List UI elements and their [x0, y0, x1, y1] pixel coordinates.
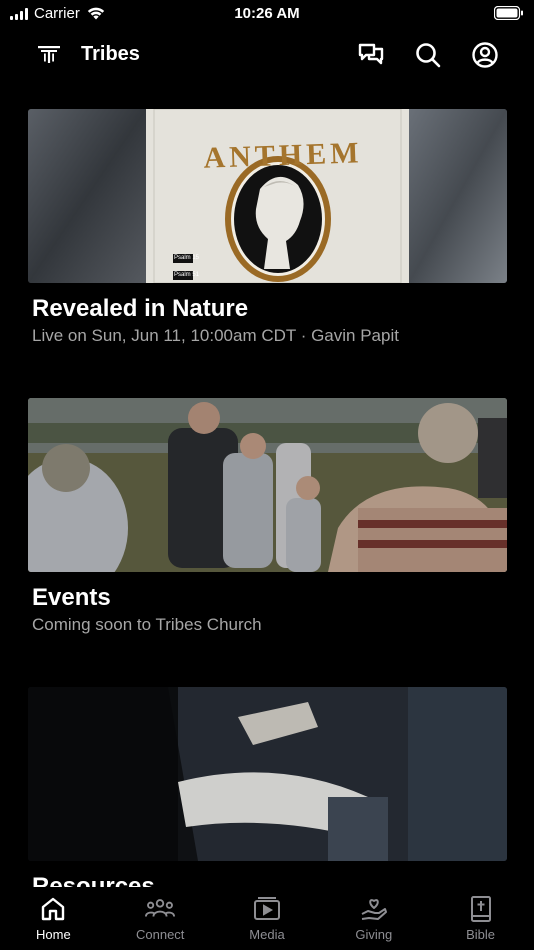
tab-bible[interactable]: Bible [427, 887, 534, 950]
tribes-logo-icon [37, 42, 61, 71]
anthem-title: ANTHEM [202, 136, 364, 175]
card-title: Revealed in Nature [32, 295, 249, 322]
chat-icon[interactable] [356, 40, 386, 70]
app-title: Tribes [81, 43, 140, 65]
app-screen: Carrier 10:26 AM Tribes ANTHEM Psalm 15 … [0, 0, 534, 950]
status-bar: Carrier 10:26 AM [0, 0, 534, 30]
resources-image[interactable] [28, 687, 507, 861]
card-title: Events [32, 584, 111, 611]
tab-label: Media [249, 927, 285, 942]
tab-label: Connect [135, 927, 185, 942]
events-card[interactable]: Events Coming soon to Tribes Church [28, 398, 507, 636]
tab-connect[interactable]: Connect [107, 887, 214, 950]
tab-label: Home [36, 927, 71, 942]
bible-icon [466, 895, 496, 923]
card-subtitle: Coming soon to Tribes Church [32, 615, 262, 634]
sermon-card[interactable]: ANTHEM Psalm 15 Psalm 51 Revealed in Nat… [28, 109, 507, 347]
tab-home[interactable]: Home [0, 887, 107, 950]
resources-card[interactable]: Resources [28, 687, 507, 901]
tab-label: Giving [355, 927, 393, 942]
sermon-image[interactable]: ANTHEM Psalm 15 Psalm 51 [28, 109, 507, 283]
events-image[interactable] [28, 398, 507, 572]
battery-icon [493, 5, 524, 25]
tab-giving[interactable]: Giving [320, 887, 427, 950]
app-header: Tribes [0, 36, 534, 76]
artwork-label-2: Psalm 51 [174, 272, 200, 278]
people-icon [145, 895, 176, 923]
anthem-artwork [28, 109, 507, 283]
account-icon[interactable] [470, 40, 500, 70]
card-subtitle: Live on Sun, Jun 11, 10:00am CDT · Gavin… [32, 326, 399, 345]
search-icon[interactable] [413, 40, 443, 70]
giving-icon [359, 895, 389, 923]
tab-media[interactable]: Media [214, 887, 321, 950]
artwork-label-1: Psalm 15 [174, 255, 200, 261]
resources-photo [28, 687, 507, 861]
tab-bar: Home Connect Media Giving Bible [0, 887, 534, 950]
status-time: 10:26 AM [234, 5, 300, 22]
media-icon [252, 895, 282, 923]
home-icon [38, 895, 68, 923]
events-photo [28, 398, 507, 572]
tab-label: Bible [466, 927, 496, 942]
